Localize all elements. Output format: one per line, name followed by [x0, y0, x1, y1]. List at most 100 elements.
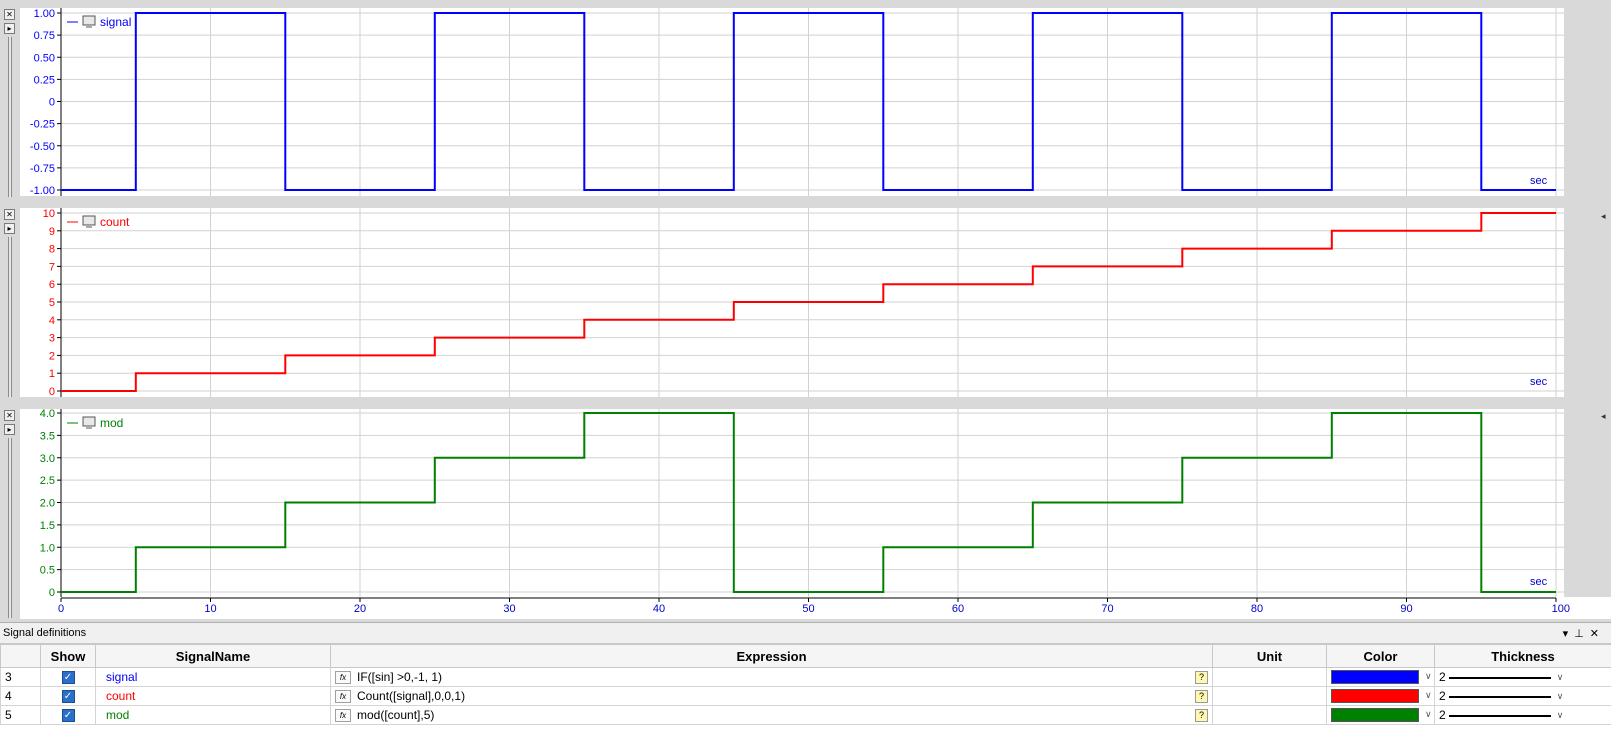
color-swatch[interactable]: [1331, 670, 1419, 685]
row-index: 3: [0, 667, 41, 687]
row-index: 5: [0, 705, 41, 725]
chevron-down-icon[interactable]: ∨: [1425, 710, 1432, 720]
expression-text: Count([signal],0,0,1): [357, 688, 466, 703]
function-icon[interactable]: fx: [335, 690, 351, 704]
signal-name-cell[interactable]: signal: [95, 667, 331, 687]
legend-label: signal: [100, 15, 131, 29]
key-icon[interactable]: ?: [1195, 689, 1208, 703]
thickness-cell[interactable]: 2 ∨: [1434, 667, 1611, 687]
thickness-line-preview: [1448, 714, 1551, 717]
panel-collapse-arrow-icon[interactable]: ◂: [1601, 412, 1611, 424]
x-tick-label: 40: [653, 603, 665, 615]
monitor-icon: [82, 416, 96, 427]
chevron-down-icon[interactable]: ∨: [1425, 691, 1432, 701]
unit-cell[interactable]: [1212, 667, 1327, 687]
show-checkbox[interactable]: ✓: [61, 690, 75, 704]
y-tick-label: 3: [49, 333, 55, 345]
y-tick-label: -0.50: [30, 141, 55, 153]
y-tick-label: -0.25: [30, 119, 55, 131]
color-swatch[interactable]: [1331, 708, 1419, 723]
show-cell: ✓: [40, 705, 96, 725]
table-row[interactable]: 3 ✓ signal fx IF([sin] >0,-1, 1)? ∨ 2 ∨: [0, 667, 1611, 687]
x-tick-label: 20: [354, 603, 366, 615]
y-tick-label: 4.0: [40, 408, 55, 420]
color-cell[interactable]: ∨: [1326, 667, 1435, 687]
unit-column-header[interactable]: Unit: [1212, 644, 1327, 668]
unit-cell[interactable]: [1212, 686, 1327, 706]
key-icon[interactable]: ?: [1195, 708, 1208, 722]
chevron-down-icon[interactable]: ∨: [1557, 692, 1564, 702]
show-checkbox[interactable]: ✓: [61, 671, 75, 685]
expression-column-header[interactable]: Expression: [330, 644, 1213, 668]
key-icon[interactable]: ?: [1195, 670, 1208, 684]
legend-label: mod: [100, 416, 123, 430]
chevron-down-icon[interactable]: ∨: [1557, 711, 1564, 721]
x-tick-label: 60: [952, 603, 964, 615]
row-index: 4: [0, 686, 41, 706]
color-column-header[interactable]: Color: [1326, 644, 1435, 668]
thickness-line-preview: [1448, 695, 1551, 698]
color-cell[interactable]: ∨: [1326, 686, 1435, 706]
thickness-cell[interactable]: 2 ∨: [1434, 705, 1611, 725]
show-cell: ✓: [40, 686, 96, 706]
function-icon[interactable]: fx: [335, 709, 351, 723]
y-tick-label: 7: [49, 261, 55, 273]
function-icon[interactable]: fx: [335, 671, 351, 685]
y-tick-label: 8: [49, 244, 55, 256]
x-tick-label: 90: [1400, 603, 1412, 615]
thickness-value: 2: [1439, 708, 1446, 722]
x-tick-label: 30: [503, 603, 515, 615]
thickness-value: 2: [1439, 670, 1446, 684]
y-tick-label: 2: [49, 350, 55, 362]
expression-cell[interactable]: fx Count([signal],0,0,1)?: [330, 686, 1213, 706]
signal-definitions-table: Show SignalName Expression Unit Color Th…: [0, 644, 1611, 725]
x-tick-label: 100: [1552, 603, 1570, 615]
signal-definitions-header: Signal definitions ▾⊥✕: [0, 623, 1611, 644]
y-tick-label: 0.75: [34, 30, 55, 42]
table-row[interactable]: 5 ✓ mod fx mod([count],5)? ∨ 2 ∨: [0, 705, 1611, 725]
y-tick-label: 1.00: [34, 8, 55, 20]
expression-cell[interactable]: fx mod([count],5)?: [330, 705, 1213, 725]
x-unit-label: sec: [1530, 376, 1548, 388]
signalname-column-header[interactable]: SignalName: [95, 644, 331, 668]
expression-cell[interactable]: fx IF([sin] >0,-1, 1)?: [330, 667, 1213, 687]
y-tick-label: 3.0: [40, 453, 55, 465]
y-tick-label: 1.5: [40, 520, 55, 532]
close-icon[interactable]: ✕: [1590, 627, 1605, 640]
y-tick-label: 0.5: [40, 565, 55, 577]
y-tick-label: -1.00: [30, 185, 55, 197]
show-column-header[interactable]: Show: [40, 644, 96, 668]
table-header-row: Show SignalName Expression Unit Color Th…: [0, 644, 1611, 668]
panel-collapse-arrow-icon[interactable]: ◂: [1601, 212, 1611, 224]
y-tick-label: -0.75: [30, 163, 55, 175]
x-tick-label: 10: [204, 603, 216, 615]
x-unit-label: sec: [1530, 175, 1548, 187]
thickness-column-header[interactable]: Thickness: [1434, 644, 1611, 668]
y-tick-label: 2.0: [40, 498, 55, 510]
y-tick-label: 1.0: [40, 542, 55, 554]
monitor-icon: [82, 215, 96, 226]
thickness-cell[interactable]: 2 ∨: [1434, 686, 1611, 706]
thickness-line-preview: [1448, 676, 1551, 679]
x-tick-label: 0: [58, 603, 64, 615]
dropdown-arrow-icon[interactable]: ▾: [1563, 627, 1575, 640]
x-tick-label: 50: [802, 603, 814, 615]
show-checkbox[interactable]: ✓: [61, 709, 75, 723]
unit-cell[interactable]: [1212, 705, 1327, 725]
pin-icon[interactable]: ⊥: [1574, 627, 1590, 640]
y-tick-label: 0.25: [34, 74, 55, 86]
color-cell[interactable]: ∨: [1326, 705, 1435, 725]
expression-text: IF([sin] >0,-1, 1): [357, 669, 443, 684]
signal-name-cell[interactable]: count: [95, 686, 331, 706]
color-swatch[interactable]: [1331, 689, 1419, 704]
monitor-icon: [82, 15, 96, 26]
show-cell: ✓: [40, 667, 96, 687]
panel-title: Signal definitions: [3, 627, 87, 639]
signal-name-cell[interactable]: mod: [95, 705, 331, 725]
table-row[interactable]: 4 ✓ count fx Count([signal],0,0,1)? ∨ 2 ∨: [0, 686, 1611, 706]
y-tick-label: 0.50: [34, 52, 55, 64]
chevron-down-icon[interactable]: ∨: [1557, 673, 1564, 683]
chevron-down-icon[interactable]: ∨: [1425, 672, 1432, 682]
y-tick-label: 10: [43, 208, 55, 220]
signal-definitions-panel: Signal definitions ▾⊥✕ Show SignalName E…: [0, 622, 1611, 745]
